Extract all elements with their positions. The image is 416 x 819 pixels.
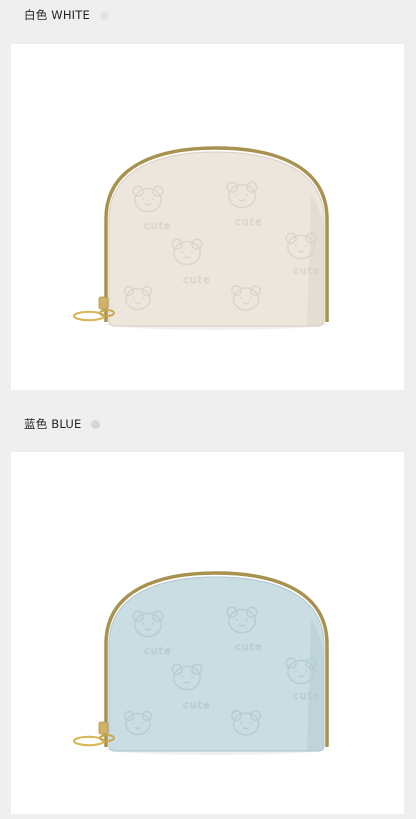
emboss-cute-text: cute xyxy=(183,700,211,711)
zipper-pull-icon xyxy=(72,721,115,747)
zipper-pull-icon xyxy=(72,296,115,322)
emboss-cute-text: cute xyxy=(144,646,172,657)
emboss-cute-text: cute xyxy=(235,642,263,653)
wallet-image-blue: cute cute cute cute xyxy=(72,571,329,755)
variant-white-section: 白色 WHITE cute cute cute cute xyxy=(0,0,416,400)
emboss-cute-text: cute xyxy=(293,691,321,702)
emboss-cute-text: cute xyxy=(235,217,263,228)
variant-white-label-row: 白色 WHITE xyxy=(24,6,109,24)
emboss-cute-text: cute xyxy=(183,275,211,286)
emboss-cute-text: cute xyxy=(293,266,321,277)
white-swatch-icon xyxy=(99,10,109,20)
variant-blue-section: 蓝色 BLUE cute cute cute cute xyxy=(0,409,416,819)
blue-swatch-icon xyxy=(91,419,101,429)
variant-white-image-card: cute cute cute cute xyxy=(11,44,404,390)
wallet-image-white: cute cute cute cute xyxy=(72,146,329,330)
variant-blue-image-card: cute cute cute cute xyxy=(11,452,404,814)
variant-blue-label-row: 蓝色 BLUE xyxy=(24,415,101,433)
variant-blue-label: 蓝色 BLUE xyxy=(24,417,82,431)
variant-white-label: 白色 WHITE xyxy=(24,8,90,22)
emboss-cute-text: cute xyxy=(144,221,172,232)
